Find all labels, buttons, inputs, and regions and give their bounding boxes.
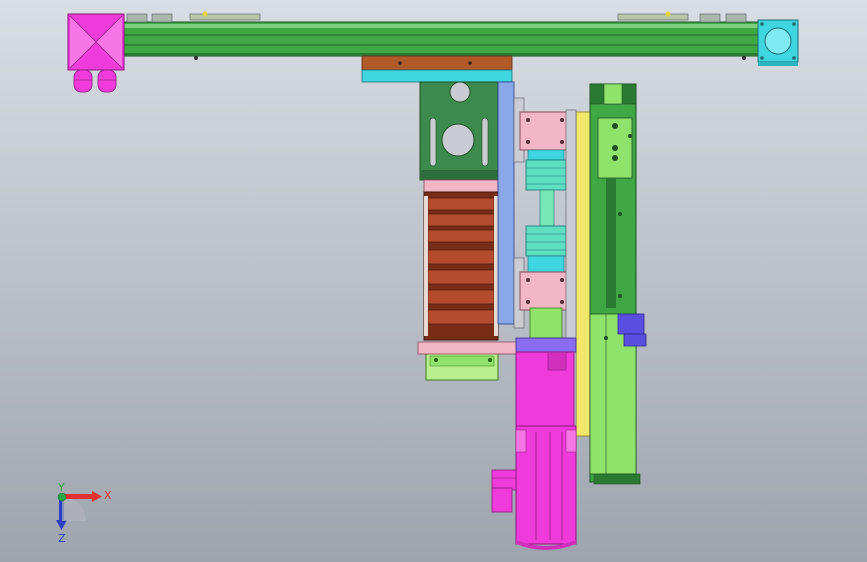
right-end-idler-block[interactable] bbox=[757, 19, 799, 66]
guide-rail[interactable] bbox=[575, 111, 591, 437]
x-axis-arrow bbox=[64, 494, 92, 499]
backing-plate[interactable] bbox=[497, 81, 515, 325]
cad-viewport[interactable]: X Y Z bbox=[0, 0, 867, 562]
chain-end-bracket[interactable] bbox=[425, 351, 499, 381]
x-axis-label: X bbox=[104, 489, 112, 502]
y-axis-label: Y bbox=[57, 481, 65, 494]
z-axis-label: Z bbox=[58, 532, 66, 545]
servo-motor[interactable] bbox=[515, 337, 577, 550]
upper-bearing-block[interactable] bbox=[519, 111, 571, 151]
carriage-plate[interactable] bbox=[361, 55, 513, 83]
y-axis-dot bbox=[57, 492, 67, 502]
z-axis-module[interactable] bbox=[589, 83, 641, 485]
vertical-mount-bracket[interactable] bbox=[419, 81, 499, 181]
motor-adapter[interactable] bbox=[529, 307, 563, 339]
cable-drag-chain[interactable] bbox=[423, 179, 499, 341]
lower-bearing-block[interactable] bbox=[519, 271, 571, 311]
